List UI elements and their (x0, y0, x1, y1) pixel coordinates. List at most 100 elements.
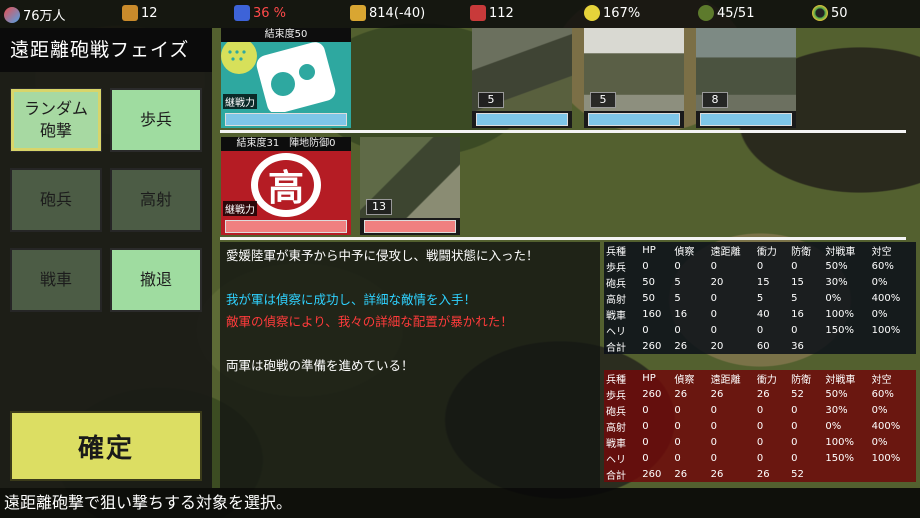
table-cell: 0 (710, 260, 718, 272)
table-cell: 15 (791, 276, 804, 288)
log-line: 我が軍は偵察に成功し、詳細な敵情を入手！ (226, 292, 477, 307)
table-cell (823, 466, 869, 482)
table-cell: 0 (791, 452, 798, 464)
table-cell: 26 (674, 468, 688, 480)
unit-count: 5 (478, 92, 504, 108)
table-cell: 0 (791, 260, 798, 272)
table-cell: 50% (825, 260, 848, 272)
money-stat: 12 (122, 5, 158, 21)
ally-stats-table: 兵種 HP 偵察 遠距離 衝力 防衛 対戦車 対空 歩兵 0 0 0 0 0 50% 60% 砲… (604, 242, 916, 354)
supply-value: 814(-40) (369, 5, 426, 21)
enemy-emblem: 高 (251, 153, 321, 217)
table-cell: 合計 (606, 342, 626, 354)
table-row: 歩兵 260 26 26 26 52 50% 60% (604, 386, 916, 402)
table-cell: 0 (674, 436, 681, 448)
table-cell: 0 (642, 324, 649, 336)
header-cell: 偵察 (674, 374, 695, 386)
ally-sustain-bar (225, 113, 347, 126)
table-cell: 0% (871, 308, 888, 320)
resource-bar: 76万人 12 36 % 814(-40) 112 167% 45/51 50 (0, 0, 920, 28)
power-value: 167% (603, 5, 641, 21)
target-artillery-button[interactable]: 砲兵 (10, 168, 102, 232)
table-row: 砲兵 0 0 0 0 0 30% 0% (604, 402, 916, 418)
table-cell: 36 (791, 340, 804, 352)
approval-stat: 36 % (234, 5, 286, 21)
table-cell: 0 (710, 420, 718, 432)
troops-value: 45/51 (717, 5, 755, 21)
money-bag-icon (122, 5, 138, 21)
unit-hp-bar (476, 113, 568, 126)
table-cell: 0 (756, 404, 764, 416)
header-cell: 偵察 (674, 246, 695, 258)
table-cell: 26 (756, 388, 770, 400)
table-cell: 30% (825, 404, 848, 416)
table-cell: 0 (642, 436, 649, 448)
table-cell: ヘリ (606, 326, 626, 338)
target-antiair-button[interactable]: 高射 (110, 168, 202, 232)
table-cell: 0 (791, 404, 798, 416)
enemy-commander-card[interactable]: 結束度31 陣地防御0 高 継戦力 (221, 137, 351, 235)
table-cell: 0 (756, 260, 764, 272)
unit-count: 8 (702, 92, 728, 108)
table-cell: 0 (642, 420, 649, 432)
table-cell: 260 (642, 388, 662, 400)
ally-commander-card[interactable]: 結束度50 継戦力 (221, 28, 351, 128)
supply-crate-icon (350, 5, 366, 21)
unit-hp-bar (364, 220, 456, 233)
confirm-button[interactable]: 確定 (10, 411, 202, 481)
table-cell: 0% (825, 292, 842, 304)
table-cell: 0 (674, 452, 681, 464)
table-cell: 0% (871, 436, 888, 448)
enemy-sustain-bar (225, 220, 347, 233)
table-cell: 160 (642, 308, 662, 320)
table-cell (870, 338, 916, 354)
random-bombard-button[interactable]: ランダム 砲撃 (10, 88, 102, 152)
table-cell: 52 (791, 468, 804, 480)
approval-value: 36 % (253, 5, 287, 21)
table-row: 砲兵 50 5 20 15 15 30% 0% (604, 274, 916, 290)
lightning-icon (584, 5, 600, 21)
table-cell: 歩兵 (606, 390, 626, 402)
table-cell: 260 (642, 468, 662, 480)
enemy-unit-infantry[interactable]: 13 (360, 137, 460, 235)
header-cell: 防衛 (791, 246, 812, 258)
table-cell: 100% (871, 324, 901, 336)
table-cell: 合計 (606, 470, 626, 482)
table-header-row: 兵種 HP 偵察 遠距離 衝力 防衛 対戦車 対空 (604, 242, 916, 258)
unit-count: 5 (590, 92, 616, 108)
table-row: 高射 50 5 0 5 5 0% 400% (604, 290, 916, 306)
ally-unit-antiair[interactable]: 5 (584, 28, 684, 128)
table-cell: 0 (674, 260, 681, 272)
target-tank-button[interactable]: 戦車 (10, 248, 102, 312)
items-stat: 50 (812, 5, 848, 21)
target-infantry-button[interactable]: 歩兵 (110, 88, 202, 152)
table-cell: 0 (642, 452, 649, 464)
ally-sustain-label: 継戦力 (223, 94, 257, 109)
enemy-stats-table: 兵種 HP 偵察 遠距離 衝力 防衛 対戦車 対空 歩兵 260 26 26 26 52 5… (604, 370, 916, 482)
table-cell: 60% (871, 260, 894, 272)
table-cell: 5 (674, 276, 681, 288)
table-cell: 0 (710, 404, 718, 416)
table-cell: 0% (871, 404, 888, 416)
ally-unit-tank[interactable]: 8 (696, 28, 796, 128)
ally-unit-artillery[interactable]: 5 (472, 28, 572, 128)
table-cell: 100% (825, 436, 854, 448)
retreat-button[interactable]: 撤退 (110, 248, 202, 312)
table-row: 歩兵 0 0 0 0 0 50% 60% (604, 258, 916, 274)
table-cell: 26 (674, 340, 688, 352)
table-cell: 高射 (606, 294, 626, 306)
table-cell: ヘリ (606, 454, 626, 466)
table-cell: 0 (756, 452, 764, 464)
header-cell: 遠距離 (710, 246, 741, 258)
unit-hp-bar (700, 113, 792, 126)
table-cell: 400% (871, 420, 901, 432)
table-row: 合計 260 26 26 26 52 (604, 466, 916, 482)
header-cell: 兵種 (606, 246, 626, 258)
table-cell: 30% (825, 276, 848, 288)
enemy-cohesion: 結束度31 陣地防御0 (221, 137, 351, 151)
table-cell: 0 (674, 324, 681, 336)
table-cell: 100% (871, 452, 901, 464)
table-cell: 52 (791, 388, 804, 400)
table-cell: 260 (642, 340, 662, 352)
table-cell (870, 466, 916, 482)
